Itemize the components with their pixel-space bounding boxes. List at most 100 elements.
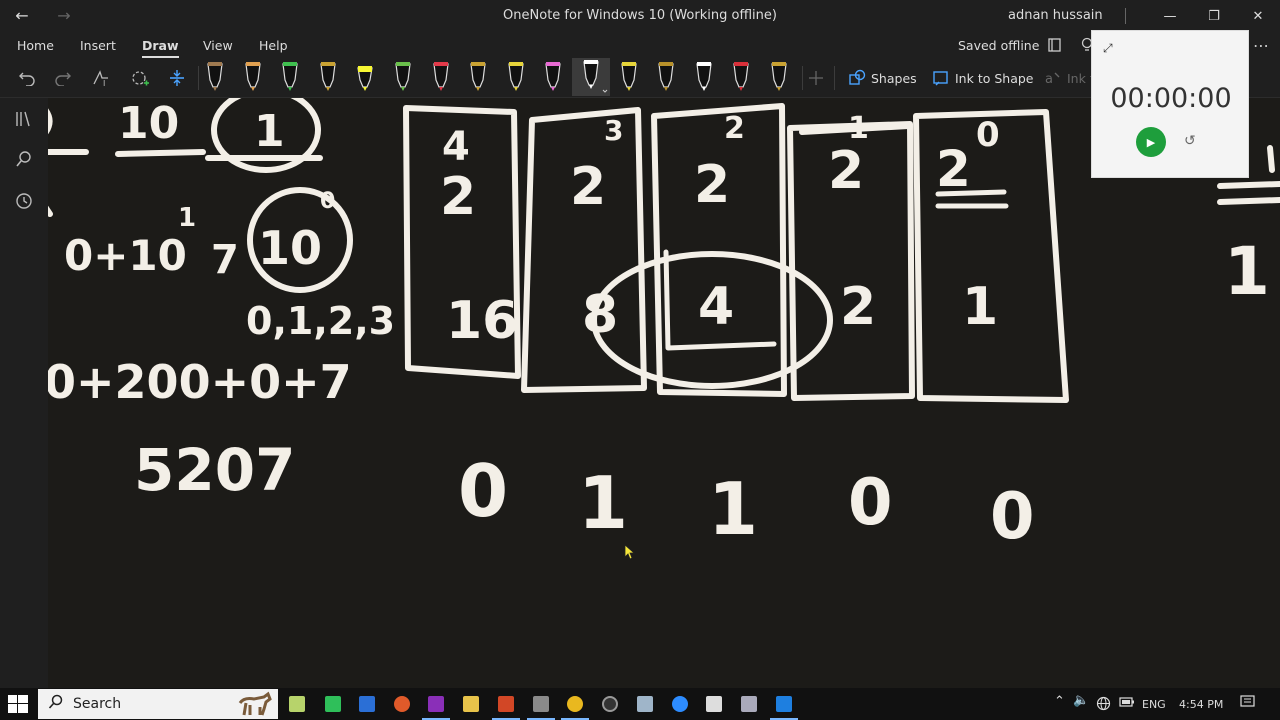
ink-box-1-mid: 2 xyxy=(440,167,476,227)
ink-box-3-mid: 2 xyxy=(694,155,730,215)
title-separator xyxy=(1125,8,1126,24)
ink-right-one: 1 xyxy=(1224,233,1270,310)
show-hidden-icons-icon[interactable]: ⌃ xyxy=(1054,694,1065,709)
pen-pink-icon[interactable] xyxy=(541,60,565,94)
svg-text:a: a xyxy=(1045,72,1053,87)
ink-box-2-mid: 2 xyxy=(570,157,606,217)
ink-text-ten: 10 xyxy=(118,98,179,149)
pen-white-icon[interactable] xyxy=(692,60,716,94)
ink-box-3-top: 2 xyxy=(724,111,745,146)
lasso-select-icon[interactable]: I xyxy=(86,62,116,94)
highlighter-yellow-icon[interactable] xyxy=(353,60,377,94)
windows-taskbar: Search ⌃ 🔈 ENG 4:54 PM xyxy=(0,688,1280,720)
minimize-button[interactable]: — xyxy=(1148,0,1192,32)
zoom-app-icon[interactable] xyxy=(672,696,688,712)
ink-underline-ten xyxy=(115,149,206,157)
notebooks-icon[interactable] xyxy=(14,110,34,130)
user-name[interactable]: adnan hussain xyxy=(1008,8,1103,23)
pen-white-selected-icon[interactable] xyxy=(572,58,610,96)
ink-box-1-bot: 16 xyxy=(446,291,518,351)
network-globe-icon[interactable] xyxy=(1096,696,1111,714)
photos-app-icon[interactable] xyxy=(637,696,653,712)
pen-gold-2-icon[interactable] xyxy=(466,60,490,94)
battery-icon[interactable] xyxy=(1119,696,1135,711)
whiteboard-app-icon[interactable] xyxy=(770,696,798,720)
tab-help[interactable]: Help xyxy=(259,38,288,53)
search-icon xyxy=(48,694,64,714)
play-button[interactable]: ▶ xyxy=(1136,127,1166,157)
draw-toolbar: I Shapes Ink to Shape a Ink t xyxy=(0,58,1280,98)
tab-draw[interactable]: Draw xyxy=(142,38,179,58)
pen-yellow-icon[interactable] xyxy=(504,60,528,94)
pen-gold-3-icon[interactable] xyxy=(654,60,678,94)
maximize-button[interactable]: ❐ xyxy=(1192,0,1236,32)
ink-text-zero-plus-ten: 0+10 xyxy=(64,231,187,280)
pen-yellow-2-icon[interactable] xyxy=(617,60,641,94)
tab-view[interactable]: View xyxy=(203,38,233,53)
pen-gold-icon[interactable] xyxy=(316,60,340,94)
onenote-window: ← → OneNote for Windows 10 (Working offl… xyxy=(0,0,1280,720)
timer-panel: ⤢ 00:00:00 ▶ ↺ xyxy=(1091,30,1249,178)
ink-box-5-top: 0 xyxy=(976,115,1000,155)
close-button[interactable]: ✕ xyxy=(1236,0,1280,32)
ink-text-one-circled: 1 xyxy=(254,106,285,157)
pen-gold-4-icon[interactable] xyxy=(767,60,791,94)
pen-green-icon[interactable] xyxy=(278,60,302,94)
ink-to-shape-icon[interactable] xyxy=(926,62,956,94)
ink-to-shape-button[interactable]: Ink to Shape xyxy=(955,71,1034,86)
pen-brown-icon[interactable] xyxy=(203,60,227,94)
windows-start-icon[interactable] xyxy=(8,695,28,713)
note-canvas[interactable]: 10 1 0+10 1 7 10 0 0,1,2,3 0+200+0+7 520… xyxy=(48,98,1280,688)
undo-icon[interactable] xyxy=(12,62,42,94)
redo-icon[interactable] xyxy=(48,62,78,94)
shapes-button[interactable]: Shapes xyxy=(871,71,917,86)
mail-app-icon[interactable] xyxy=(359,696,375,712)
ink-text-sequence: 0,1,2,3 xyxy=(246,299,395,343)
file-explorer-icon[interactable] xyxy=(463,696,479,712)
calculator-app-icon[interactable] xyxy=(527,696,555,720)
toolbar-separator xyxy=(834,66,835,90)
chrome-app-icon[interactable] xyxy=(561,696,589,720)
pen-green-light-icon[interactable] xyxy=(391,60,415,94)
navigation-sidebar xyxy=(0,98,48,688)
ink-drawing: 10 1 0+10 1 7 10 0 0,1,2,3 0+200+0+7 520… xyxy=(48,98,1280,554)
expand-icon[interactable]: ⤢ xyxy=(1103,41,1113,56)
language-indicator[interactable]: ENG xyxy=(1142,698,1166,711)
tab-home[interactable]: Home xyxy=(17,38,54,53)
recorder-app-icon[interactable] xyxy=(394,696,410,712)
notebook-icon[interactable] xyxy=(1047,37,1063,57)
pen-red-2-icon[interactable] xyxy=(729,60,753,94)
ink-box-2-bot: 8 xyxy=(582,285,618,345)
search-icon[interactable] xyxy=(14,150,34,170)
pen-red-icon[interactable] xyxy=(429,60,453,94)
onenote-app-icon[interactable] xyxy=(422,696,450,720)
notepad-app-icon[interactable] xyxy=(289,696,305,712)
pen-multicolor-icon[interactable] xyxy=(241,60,265,94)
toolbar-separator xyxy=(198,66,199,90)
ink-stroke-dot xyxy=(48,205,53,217)
taskbar-search[interactable]: Search xyxy=(38,689,278,719)
more-options-icon[interactable]: ⋯ xyxy=(1253,36,1269,55)
lasso-add-icon[interactable] xyxy=(125,62,155,94)
ink-bit-2: 1 xyxy=(578,461,628,545)
recent-notes-icon[interactable] xyxy=(14,192,34,212)
clock-time[interactable]: 4:54 PM xyxy=(1179,698,1223,711)
ink-box-2 xyxy=(521,107,647,393)
volume-icon[interactable]: 🔈 xyxy=(1073,693,1089,708)
ink-box-1-top: 4 xyxy=(442,124,470,170)
camera-app-icon[interactable] xyxy=(741,696,757,712)
powerpoint-app-icon[interactable] xyxy=(492,696,520,720)
tasks-app-icon[interactable] xyxy=(706,696,722,712)
tab-insert[interactable]: Insert xyxy=(80,38,116,53)
ink-right-line xyxy=(1217,181,1280,189)
reset-icon[interactable]: ↺ xyxy=(1184,133,1196,149)
ink-text-sum: 0+200+0+7 xyxy=(48,355,352,409)
shapes-icon[interactable] xyxy=(842,62,872,94)
ink-to-text-icon[interactable]: a xyxy=(1038,62,1068,94)
camtasia-app-icon[interactable] xyxy=(325,696,341,712)
notifications-icon[interactable] xyxy=(1240,695,1255,712)
insert-space-icon[interactable] xyxy=(162,62,192,94)
add-pen-icon[interactable] xyxy=(801,62,831,94)
obs-app-icon[interactable] xyxy=(602,696,618,712)
ink-bit-1: 0 xyxy=(458,449,508,533)
